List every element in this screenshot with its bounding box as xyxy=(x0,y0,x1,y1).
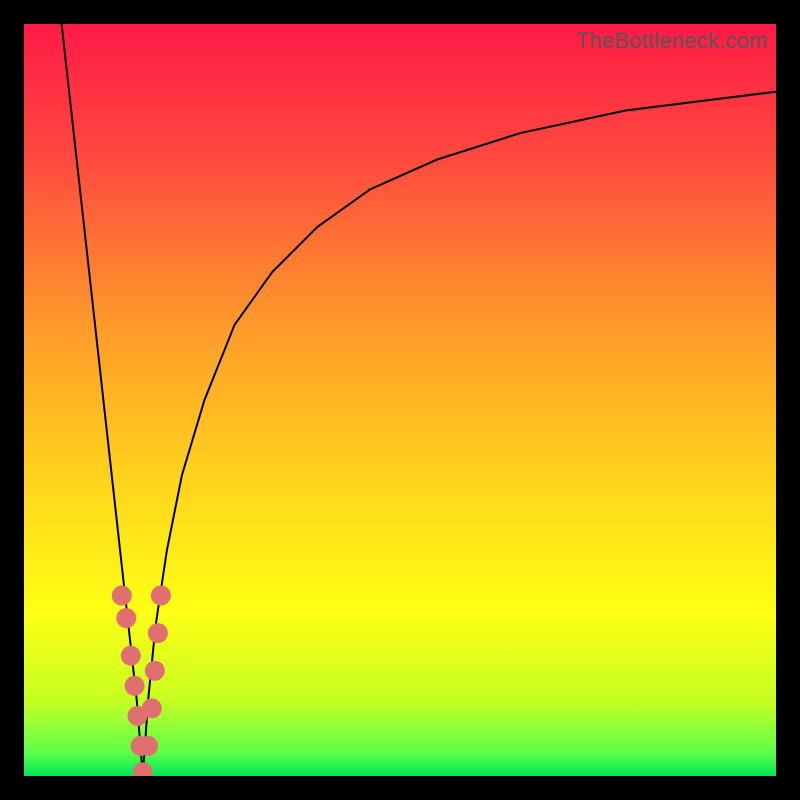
scatter-point xyxy=(125,676,145,696)
scatter-point xyxy=(138,736,158,756)
scatter-point xyxy=(116,608,136,628)
scatter-point xyxy=(142,698,162,718)
scatter-point xyxy=(121,646,141,666)
chart-svg xyxy=(24,24,776,776)
scatter-point xyxy=(145,661,165,681)
plot-area: TheBottleneck.com xyxy=(24,24,776,776)
scatter-point xyxy=(151,586,171,606)
chart-frame: TheBottleneck.com xyxy=(0,0,800,800)
watermark-text: TheBottleneck.com xyxy=(576,28,768,54)
scatter-point xyxy=(112,586,132,606)
scatter-point xyxy=(148,623,168,643)
